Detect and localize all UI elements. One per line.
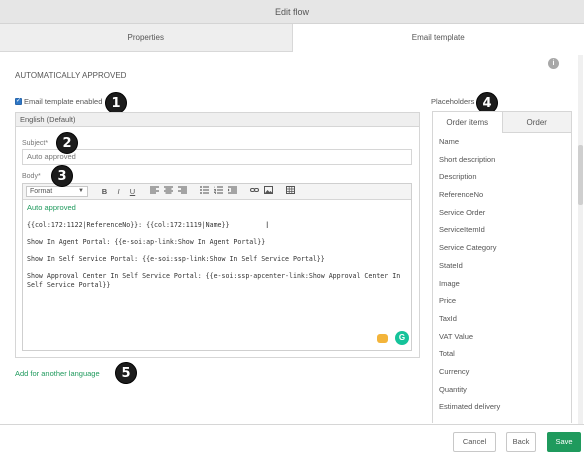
placeholder-item[interactable]: Service Category bbox=[433, 239, 571, 257]
window-title: Edit flow bbox=[0, 0, 584, 24]
indent-icon[interactable] bbox=[227, 186, 238, 197]
placeholder-item[interactable]: TaxId bbox=[433, 310, 571, 328]
bullet-list-icon[interactable] bbox=[199, 186, 210, 197]
add-language-link[interactable]: Add for another language bbox=[15, 369, 100, 378]
placeholder-item[interactable]: Short description bbox=[433, 151, 571, 169]
placeholder-item[interactable]: Quantity bbox=[433, 381, 571, 399]
link-icon[interactable] bbox=[249, 186, 260, 197]
align-center-icon[interactable] bbox=[163, 186, 174, 197]
back-button[interactable]: Back bbox=[506, 432, 536, 452]
placeholder-item[interactable]: Price bbox=[433, 292, 571, 310]
placeholder-item[interactable]: ReferenceNo bbox=[433, 186, 571, 204]
image-icon[interactable] bbox=[263, 186, 274, 197]
emoji-icon[interactable] bbox=[377, 334, 388, 343]
table-icon[interactable] bbox=[285, 186, 296, 197]
align-left-icon[interactable] bbox=[149, 186, 160, 197]
format-dropdown[interactable]: Format ▼ bbox=[26, 186, 88, 197]
scrollbar[interactable] bbox=[578, 55, 583, 425]
bold-button[interactable]: B bbox=[99, 186, 110, 197]
language-header: English (Default) bbox=[16, 113, 419, 127]
placeholder-item[interactable]: Description bbox=[433, 168, 571, 186]
info-icon[interactable]: i bbox=[548, 58, 559, 69]
callout-badge-5: 5 bbox=[115, 362, 137, 384]
editor-line-self-service: Show In Self Service Portal: {{e-soi:ssp… bbox=[27, 255, 325, 263]
placeholder-item[interactable]: Estimated delivery bbox=[433, 398, 571, 416]
placeholder-item[interactable]: StateId bbox=[433, 257, 571, 275]
callout-badge-3: 3 bbox=[51, 165, 73, 187]
editor-line-approval-center: Show Approval Center In Self Service Por… bbox=[27, 272, 401, 289]
editor-line-agent-portal: Show In Agent Portal: {{e-soi:ap-link:Sh… bbox=[27, 238, 266, 246]
email-enabled-checkbox[interactable]: ✓ bbox=[15, 98, 22, 105]
section-title: AUTOMATICALLY APPROVED bbox=[15, 71, 127, 80]
placeholder-item[interactable]: ServiceItemId bbox=[433, 221, 571, 239]
email-enabled-label: Email template enabled bbox=[24, 97, 103, 106]
scrollbar-thumb[interactable] bbox=[578, 145, 583, 205]
save-button[interactable]: Save bbox=[547, 432, 581, 452]
email-template-enabled[interactable]: ✓ Email template enabled bbox=[15, 97, 102, 106]
body-editor[interactable]: Format ▼ B I U Auto approved {{col:172:1… bbox=[22, 183, 412, 351]
placeholder-item[interactable]: Service Order bbox=[433, 204, 571, 222]
placeholder-item[interactable]: Image bbox=[433, 275, 571, 293]
body-label: Body* bbox=[22, 173, 41, 180]
editor-line-reference: {{col:172:1122|ReferenceNo}}: {{col:172:… bbox=[27, 221, 230, 229]
tab-order[interactable]: Order bbox=[502, 111, 572, 133]
text-cursor-icon: I bbox=[266, 220, 269, 230]
placeholder-item[interactable]: Currency bbox=[433, 363, 571, 381]
placeholders-title: Placeholders bbox=[431, 97, 475, 106]
underline-button[interactable]: U bbox=[127, 186, 138, 197]
footer-bar: Cancel Back Save bbox=[0, 424, 584, 459]
callout-badge-2: 2 bbox=[56, 132, 78, 154]
placeholder-item[interactable]: Total bbox=[433, 345, 571, 363]
auto-approved-text: Auto approved bbox=[27, 203, 76, 212]
tab-email-template[interactable]: Email template bbox=[292, 24, 584, 52]
placeholders-list: Name Short description Description Refer… bbox=[432, 133, 572, 423]
tab-bar: Properties Email template bbox=[0, 24, 584, 52]
editor-content[interactable]: Auto approved {{col:172:1122|ReferenceNo… bbox=[23, 200, 411, 302]
placeholder-item[interactable]: VAT Value bbox=[433, 328, 571, 346]
numbered-list-icon[interactable] bbox=[213, 186, 224, 197]
tab-order-items[interactable]: Order items bbox=[432, 111, 503, 133]
placeholders-tabs: Order items Order bbox=[432, 111, 572, 133]
italic-button[interactable]: I bbox=[113, 186, 124, 197]
callout-badge-1: 1 bbox=[105, 92, 127, 114]
cancel-button[interactable]: Cancel bbox=[453, 432, 496, 452]
editor-toolbar: Format ▼ B I U bbox=[23, 184, 411, 200]
grammarly-icon[interactable]: G bbox=[395, 331, 409, 345]
tab-properties[interactable]: Properties bbox=[0, 24, 293, 52]
chevron-down-icon: ▼ bbox=[78, 188, 84, 194]
align-right-icon[interactable] bbox=[177, 186, 188, 197]
placeholder-item[interactable]: Name bbox=[433, 133, 571, 151]
subject-label: Subject* bbox=[22, 140, 49, 147]
subject-input[interactable]: Auto approved bbox=[22, 149, 412, 165]
format-label: Format bbox=[30, 188, 53, 195]
